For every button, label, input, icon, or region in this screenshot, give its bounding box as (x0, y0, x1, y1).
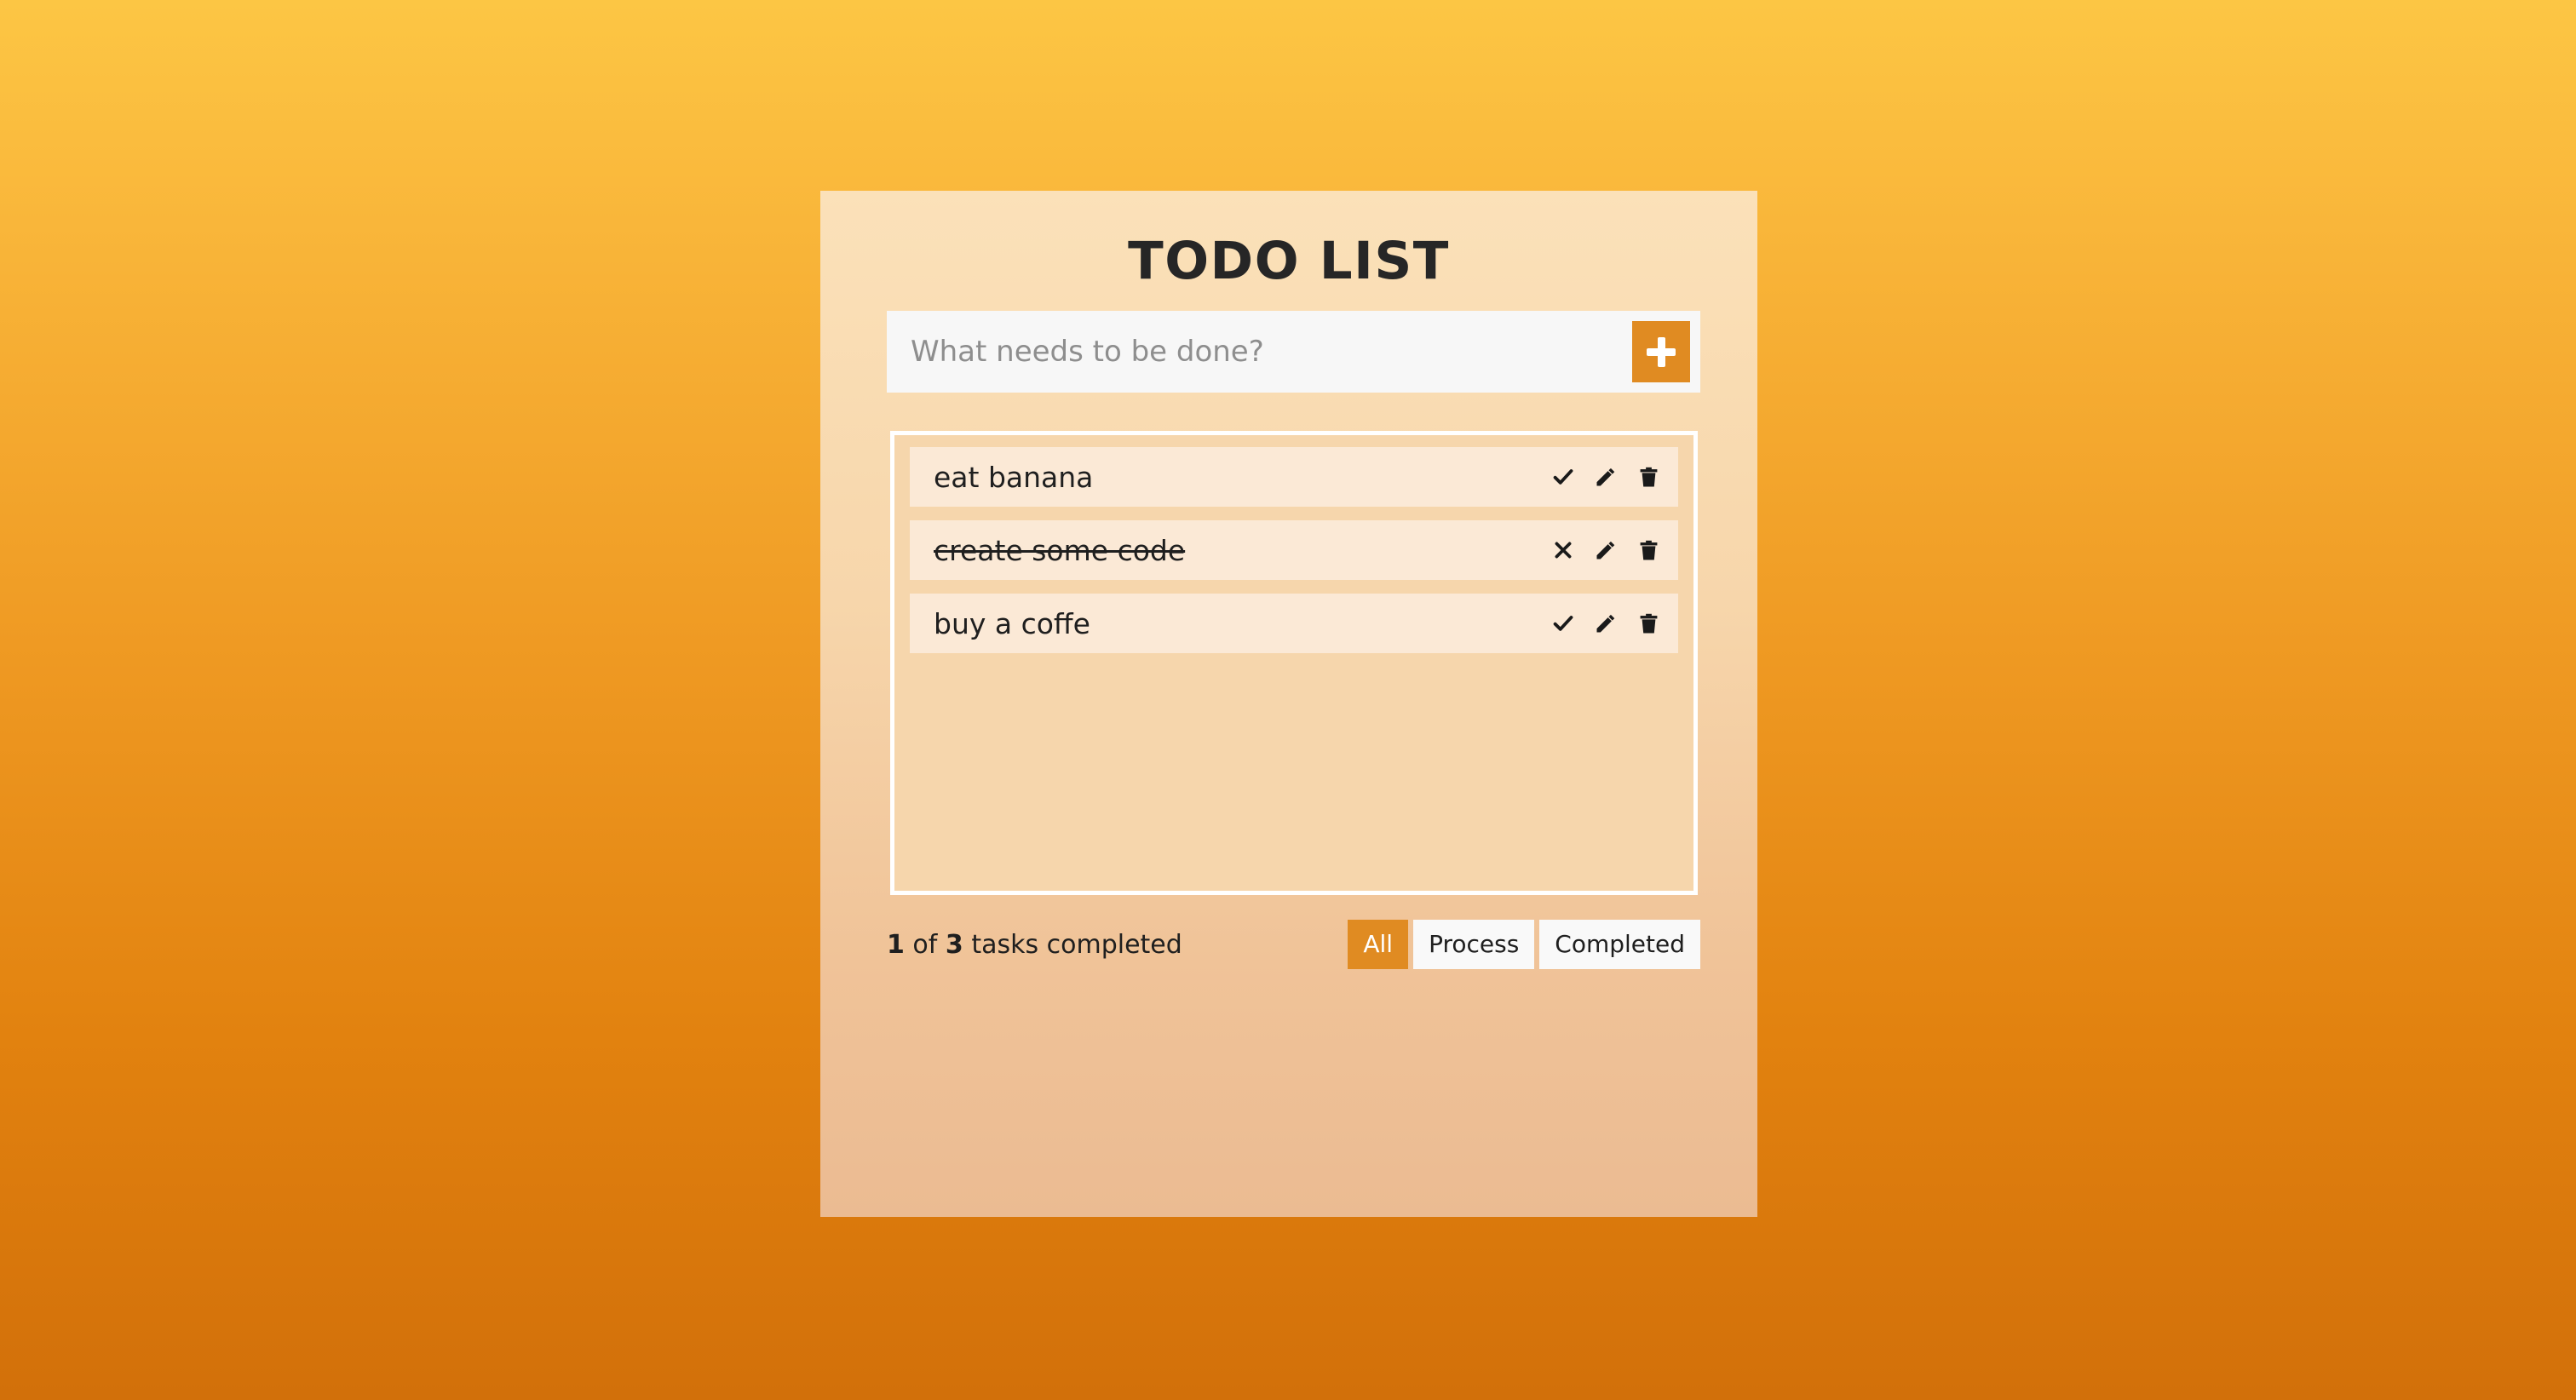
task-label: create some code (934, 533, 1186, 567)
app-background: TODO LIST eat banana (0, 0, 2576, 1400)
filter-completed-button[interactable]: Completed (1539, 920, 1700, 969)
toggle-complete-button[interactable] (1549, 462, 1578, 491)
edit-task-button[interactable] (1591, 536, 1620, 565)
add-task-button[interactable] (1632, 321, 1690, 382)
edit-task-button[interactable] (1591, 609, 1620, 638)
task-list: eat banana create some code buy a coffe (890, 431, 1698, 895)
task-row[interactable]: eat banana (910, 447, 1678, 507)
delete-task-button[interactable] (1634, 609, 1663, 638)
task-row[interactable]: create some code (910, 520, 1678, 580)
filter-process-button[interactable]: Process (1413, 920, 1535, 969)
plus-icon-stem (1657, 337, 1665, 367)
filter-all-button[interactable]: All (1348, 920, 1409, 969)
total-count: 3 (945, 929, 963, 960)
counter-of-text: of (912, 929, 938, 960)
delete-task-button[interactable] (1634, 536, 1663, 565)
page-title: TODO LIST (1128, 231, 1450, 291)
task-actions (1549, 462, 1663, 491)
edit-task-button[interactable] (1591, 462, 1620, 491)
toggle-complete-button[interactable] (1549, 609, 1578, 638)
delete-task-button[interactable] (1634, 462, 1663, 491)
new-task-composer (887, 311, 1700, 393)
task-row[interactable]: buy a coffe (910, 594, 1678, 653)
counter-suffix-text: tasks completed (971, 929, 1182, 960)
task-counter: 1 of 3 tasks completed (887, 930, 1182, 960)
task-actions (1549, 609, 1663, 638)
task-actions (1549, 536, 1663, 565)
completed-count: 1 (887, 929, 905, 960)
task-label: eat banana (934, 460, 1094, 494)
card-footer: 1 of 3 tasks completed All Process Compl… (887, 919, 1700, 970)
new-task-input[interactable] (887, 311, 1632, 393)
toggle-complete-button[interactable] (1549, 536, 1578, 565)
filter-group: All Process Completed (1348, 920, 1700, 969)
task-label: buy a coffe (934, 606, 1090, 640)
todo-card: TODO LIST eat banana (820, 191, 1757, 1217)
